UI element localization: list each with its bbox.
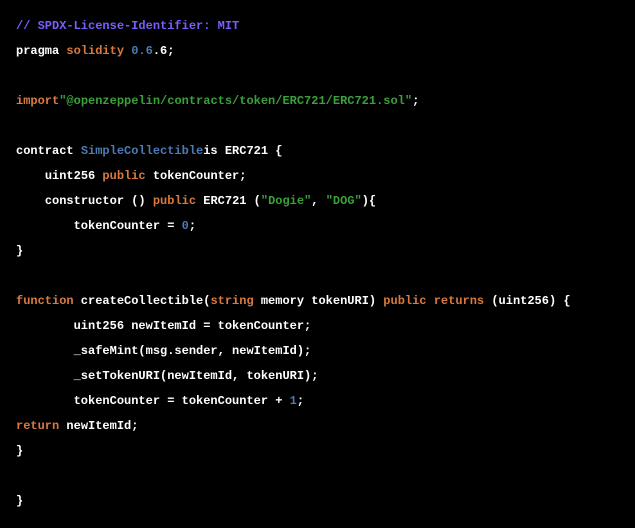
keyword-token: public: [102, 169, 145, 183]
text-token: .6;: [153, 44, 175, 58]
string-token: "DOG": [326, 194, 362, 208]
keyword-token: function: [16, 294, 74, 308]
code-line: tokenCounter = tokenCounter + 1;: [16, 389, 619, 414]
text-token: ERC721 (: [196, 194, 261, 208]
indent: [16, 194, 45, 208]
indent: [16, 319, 74, 333]
keyword-token: pragma: [16, 44, 59, 58]
keyword-token: return: [16, 419, 59, 433]
code-line: }: [16, 489, 619, 514]
number-token: 1: [290, 394, 297, 408]
code-line: return newItemId;: [16, 414, 619, 439]
identifier-token: createCollectible(: [74, 294, 211, 308]
code-line: uint256 public tokenCounter;: [16, 164, 619, 189]
code-line: [16, 264, 619, 289]
keyword-token: returns: [434, 294, 484, 308]
indent: [16, 394, 74, 408]
comment-token: // SPDX-License-Identifier: MIT: [16, 19, 239, 33]
code-line: // SPDX-License-Identifier: MIT: [16, 14, 619, 39]
code-line: }: [16, 239, 619, 264]
string-token: "Dogie": [261, 194, 311, 208]
code-line: _safeMint(msg.sender, newItemId);: [16, 339, 619, 364]
type-token: uint256: [45, 169, 103, 183]
code-line: }: [16, 439, 619, 464]
indent: [16, 369, 74, 383]
type-token: SimpleCollectible: [81, 144, 203, 158]
keyword-token: import: [16, 94, 59, 108]
indent: [16, 169, 45, 183]
punct-token: }: [16, 244, 23, 258]
type-token: ERC721 {: [225, 144, 283, 158]
identifier-token: _safeMint(msg.sender, newItemId);: [74, 344, 312, 358]
code-line: function createCollectible(string memory…: [16, 289, 619, 314]
string-token: "@openzeppelin/contracts/token/ERC721/ER…: [59, 94, 412, 108]
number-token: 0: [182, 219, 189, 233]
identifier-token: _setTokenURI(newItemId, tokenURI);: [74, 369, 319, 383]
keyword-token: public: [383, 294, 426, 308]
keyword-token: memory: [254, 294, 304, 308]
number-token: 0.6: [131, 44, 153, 58]
identifier-token: tokenCounter;: [146, 169, 247, 183]
identifier-token: tokenURI): [304, 294, 383, 308]
keyword-token: public: [153, 194, 196, 208]
code-line: contract SimpleCollectibleis ERC721 {: [16, 139, 619, 164]
code-line: tokenCounter = 0;: [16, 214, 619, 239]
text-token: (uint256) {: [484, 294, 570, 308]
keyword-token: string: [210, 294, 253, 308]
keyword-token: is: [203, 144, 225, 158]
code-line: pragma solidity 0.6.6;: [16, 39, 619, 64]
indent: [16, 344, 74, 358]
code-line: _setTokenURI(newItemId, tokenURI);: [16, 364, 619, 389]
punct-token: }: [16, 494, 23, 508]
punct-token: ;: [189, 219, 196, 233]
keyword-token: solidity: [59, 44, 131, 58]
identifier-token: newItemId;: [59, 419, 138, 433]
indent: [16, 219, 74, 233]
punct-token: ){: [362, 194, 376, 208]
keyword-token: constructor (): [45, 194, 153, 208]
identifier-token: tokenCounter = tokenCounter +: [74, 394, 290, 408]
punct-token: }: [16, 444, 23, 458]
identifier-token: tokenCounter =: [74, 219, 182, 233]
code-line: import"@openzeppelin/contracts/token/ERC…: [16, 89, 619, 114]
punct-token: ,: [311, 194, 325, 208]
text-token: [427, 294, 434, 308]
identifier-token: uint256 newItemId = tokenCounter;: [74, 319, 312, 333]
code-editor: // SPDX-License-Identifier: MIT pragma s…: [0, 0, 635, 528]
keyword-token: contract: [16, 144, 81, 158]
code-line: [16, 114, 619, 139]
punct-token: ;: [412, 94, 419, 108]
code-line: uint256 newItemId = tokenCounter;: [16, 314, 619, 339]
code-line: constructor () public ERC721 ("Dogie", "…: [16, 189, 619, 214]
code-line: [16, 64, 619, 89]
punct-token: ;: [297, 394, 304, 408]
code-line: [16, 464, 619, 489]
